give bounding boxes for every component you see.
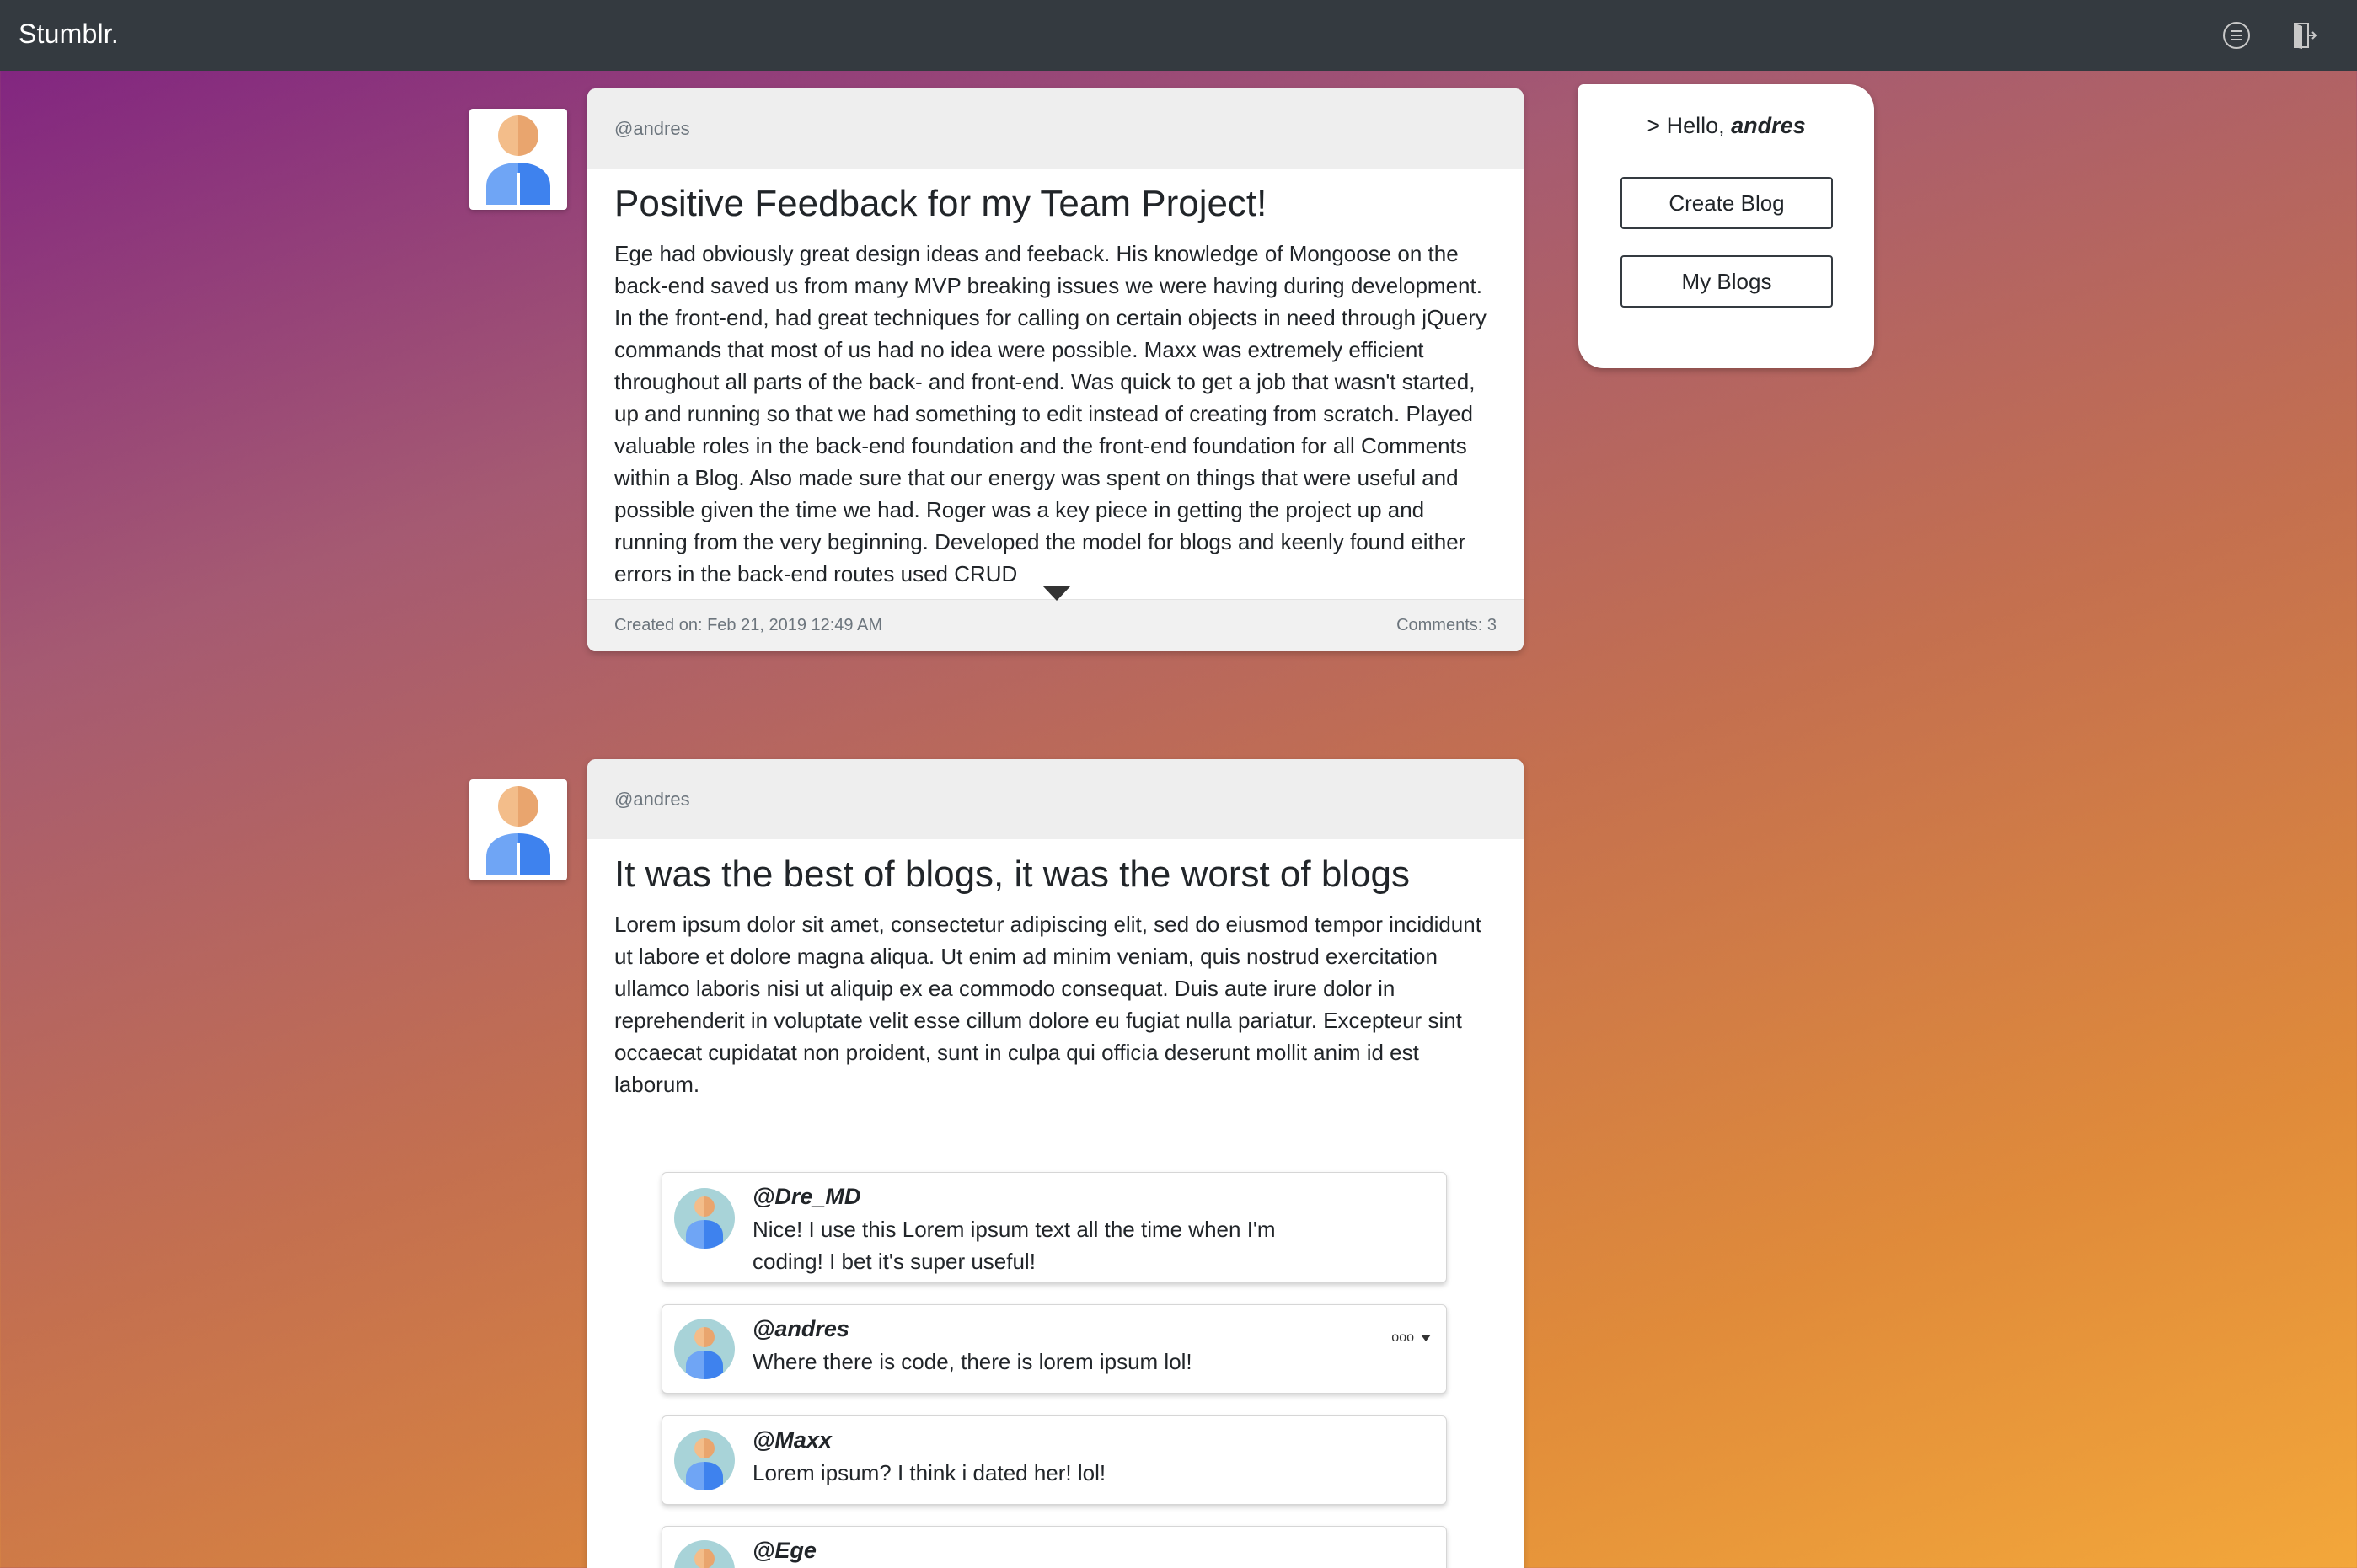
user-avatar-icon bbox=[486, 115, 550, 205]
brand-logo[interactable]: Stumblr. bbox=[19, 17, 119, 51]
greeting-username: andres bbox=[1731, 113, 1806, 138]
comment-item: @andres Where there is code, there is lo… bbox=[662, 1304, 1447, 1394]
comment-text: Where there is code, there is lorem ipsu… bbox=[753, 1349, 1192, 1374]
comment-item: @Dre_MD Nice! I use this Lorem ipsum tex… bbox=[662, 1172, 1447, 1283]
commenter-avatar-icon bbox=[674, 1430, 735, 1490]
user-avatar-icon bbox=[486, 786, 550, 875]
navbar: Stumblr. bbox=[0, 0, 2357, 71]
menu-circle-icon[interactable] bbox=[2220, 19, 2253, 52]
post-body: Lorem ipsum dolor sit amet, consectetur … bbox=[614, 912, 1481, 1097]
post-author-avatar[interactable] bbox=[469, 109, 567, 210]
comment-item: @Maxx Lorem ipsum? I think i dated her! … bbox=[662, 1415, 1447, 1505]
greeting-prefix: > Hello, bbox=[1647, 113, 1725, 138]
commenter-avatar-icon bbox=[674, 1540, 735, 1568]
post-body-text: Ege had obviously great design ideas and… bbox=[614, 241, 1487, 586]
greeting: > Hello, andres bbox=[1578, 113, 1874, 139]
post-title: Positive Feedback for my Team Project! bbox=[614, 183, 1267, 224]
comment-username[interactable]: @Ege bbox=[753, 1535, 817, 1565]
comment-username[interactable]: @andres bbox=[753, 1314, 849, 1344]
logout-door-icon[interactable] bbox=[2287, 19, 2321, 52]
post-body: Ege had obviously great design ideas and… bbox=[587, 229, 1524, 639]
post-title: It was the best of blogs, it was the wor… bbox=[614, 854, 1411, 895]
user-side-panel: > Hello, andres Create Blog My Blogs bbox=[1578, 84, 1874, 368]
comment-username[interactable]: @Dre_MD bbox=[753, 1181, 860, 1212]
blog-post-card: @andres It was the best of blogs, it was… bbox=[587, 759, 1524, 1568]
comment-text: Lorem ipsum? I think i dated her! lol! bbox=[753, 1460, 1106, 1485]
blog-post-card: @andres Positive Feedback for my Team Pr… bbox=[587, 88, 1524, 651]
expand-caret-icon[interactable] bbox=[1042, 586, 1071, 605]
comment-options-dropdown[interactable]: ooo bbox=[1391, 1330, 1431, 1346]
post-created-date: Created on: Feb 21, 2019 12:49 AM bbox=[614, 616, 882, 634]
comment-text: Nice! I use this Lorem ipsum text all th… bbox=[753, 1217, 1276, 1274]
comment-options-label: ooo bbox=[1391, 1330, 1414, 1345]
post-comments-count[interactable]: Comments: 3 bbox=[1396, 616, 1497, 635]
comment-username[interactable]: @Maxx bbox=[753, 1425, 832, 1455]
caret-down-icon bbox=[1421, 1335, 1431, 1341]
comment-item: @Ege bbox=[662, 1526, 1447, 1568]
post-author[interactable]: @andres bbox=[587, 88, 1524, 169]
post-author[interactable]: @andres bbox=[587, 759, 1524, 839]
post-footer: Created on: Feb 21, 2019 12:49 AM Commen… bbox=[587, 599, 1524, 651]
commenter-avatar-icon bbox=[674, 1188, 735, 1249]
post-author-avatar[interactable] bbox=[469, 779, 567, 880]
my-blogs-button[interactable]: My Blogs bbox=[1620, 255, 1833, 308]
commenter-avatar-icon bbox=[674, 1319, 735, 1379]
create-blog-button[interactable]: Create Blog bbox=[1620, 177, 1833, 229]
